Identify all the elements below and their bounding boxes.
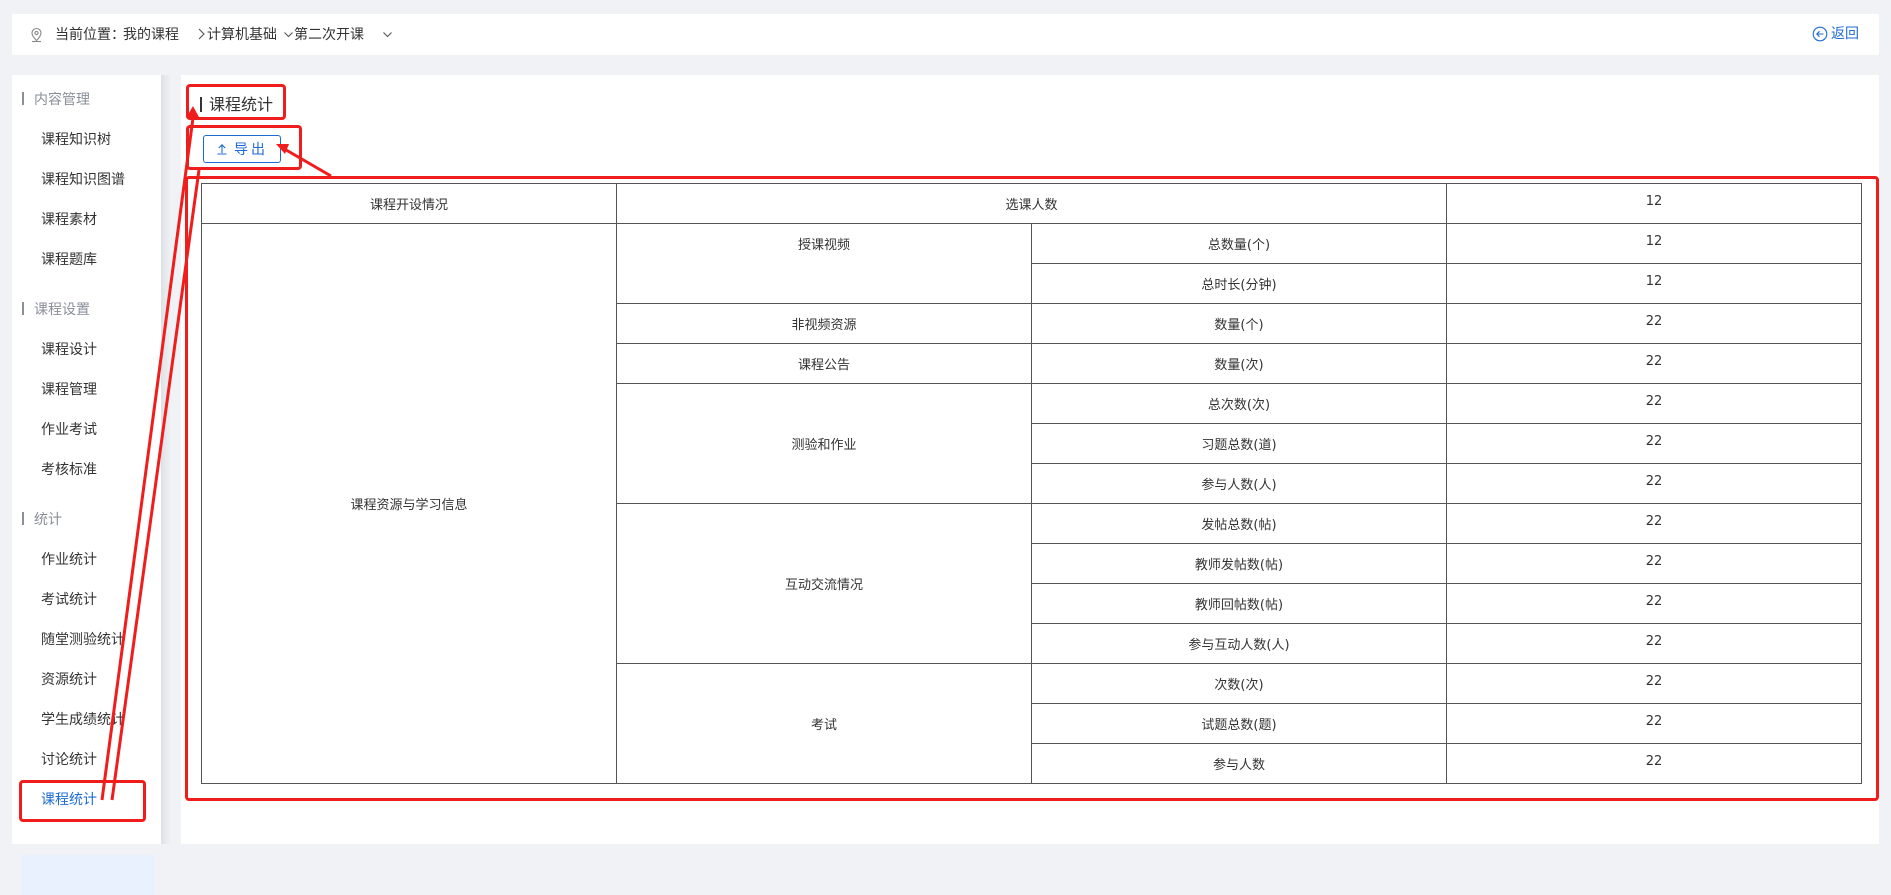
export-button[interactable]: 导出 — [203, 135, 281, 163]
sidebar-item-course-design[interactable]: 课程设计 — [41, 342, 97, 358]
table-cell: 总时长(分钟) — [1031, 263, 1447, 304]
sidebar-item-resource-stats[interactable]: 资源统计 — [41, 672, 97, 688]
table-cell: 数量(个) — [1031, 303, 1447, 344]
table-cell-value: 22 — [1446, 583, 1862, 624]
sidebar-item-discussion-stats[interactable]: 讨论统计 — [41, 752, 97, 768]
table-cell-value: 12 — [1446, 183, 1862, 224]
sidebar-item-knowledge-graph[interactable]: 课程知识图谱 — [41, 172, 125, 188]
table-cell-value: 22 — [1446, 463, 1862, 504]
back-label: 返回 — [1831, 26, 1859, 42]
table-cell: 参与互动人数(人) — [1031, 623, 1447, 664]
section-content-management: 内容管理 — [22, 92, 90, 108]
table-cell-value: 22 — [1446, 623, 1862, 664]
table-row: 课程资源与学习信息 授课视频 总数量(个) 12 — [201, 223, 1862, 784]
page-title: 课程统计 — [200, 96, 273, 114]
table-category-cell: 考试 — [616, 663, 1032, 784]
top-bar: 当前位置： 我的课程 计算机基础 第二次开课 返回 — [12, 14, 1879, 55]
table-category-cell: 互动交流情况 — [616, 503, 1032, 664]
table-category-cell: 非视频资源 — [616, 303, 1032, 344]
table-cell-value: 22 — [1446, 503, 1862, 544]
section-title: 课程设置 — [34, 302, 90, 318]
chevron-down-icon[interactable] — [382, 29, 393, 40]
table-cell-value: 22 — [1446, 703, 1862, 744]
sidebar-item-exam-stats[interactable]: 考试统计 — [41, 592, 97, 608]
location-label: 当前位置： — [55, 27, 125, 43]
table-cell-value: 12 — [1446, 263, 1862, 304]
table-cell: 习题总数(道) — [1031, 423, 1447, 464]
table-cell-value: 22 — [1446, 423, 1862, 464]
table-cell: 教师发帖数(帖) — [1031, 543, 1447, 584]
course-stats-table: 课程开设情况 选课人数 12 课程资源与学习信息 授课视频 总数量(个) 12 … — [201, 183, 1862, 784]
section-title: 统计 — [34, 512, 62, 528]
upload-icon — [217, 144, 227, 155]
sidebar-item-course-management[interactable]: 课程管理 — [41, 382, 97, 398]
table-cell: 课程开设情况 — [201, 183, 617, 224]
table-cell: 选课人数 — [616, 183, 1447, 224]
sidebar-item-question-bank[interactable]: 课程题库 — [41, 252, 97, 268]
export-label: 导出 — [234, 142, 268, 158]
location-pin-icon — [31, 27, 42, 43]
table-cell-value: 22 — [1446, 663, 1862, 704]
table-cell: 总数量(个) — [1031, 223, 1447, 264]
table-cell: 试题总数(题) — [1031, 703, 1447, 744]
sidebar-item-quiz-stats[interactable]: 随堂测验统计 — [41, 632, 125, 648]
chevron-down-icon[interactable] — [283, 29, 294, 40]
table-cell: 教师回帖数(帖) — [1031, 583, 1447, 624]
breadcrumb-course[interactable]: 计算机基础 — [207, 27, 277, 43]
breadcrumb-session[interactable]: 第二次开课 — [294, 27, 364, 43]
table-cell-value: 22 — [1446, 343, 1862, 384]
active-item-highlight — [21, 855, 154, 895]
sidebar-item-homework-exams[interactable]: 作业考试 — [41, 422, 97, 438]
section-title: 内容管理 — [34, 92, 90, 108]
sidebar-item-grade-stats[interactable]: 学生成绩统计 — [41, 712, 125, 728]
table-cell: 次数(次) — [1031, 663, 1447, 704]
table-cell: 总次数(次) — [1031, 383, 1447, 424]
table-cell-value: 22 — [1446, 743, 1862, 784]
sidebar-item-grading-standard[interactable]: 考核标准 — [41, 462, 97, 478]
table-cell-value: 22 — [1446, 543, 1862, 584]
page-title-text: 课程统计 — [209, 95, 274, 114]
breadcrumb-my-courses[interactable]: 我的课程 — [123, 27, 179, 43]
table-cell-value: 22 — [1446, 303, 1862, 344]
chevron-right-icon — [198, 28, 205, 40]
table-group-cell: 课程资源与学习信息 — [201, 223, 617, 784]
back-button[interactable]: 返回 — [1812, 26, 1859, 42]
table-category-cell: 课程公告 — [616, 343, 1032, 384]
table-cell: 参与人数(人) — [1031, 463, 1447, 504]
sidebar-item-course-stats[interactable]: 课程统计 — [41, 792, 97, 808]
sidebar-item-homework-stats[interactable]: 作业统计 — [41, 552, 97, 568]
table-cell-value: 12 — [1446, 223, 1862, 264]
sidebar-item-knowledge-tree[interactable]: 课程知识树 — [41, 132, 111, 148]
table-cell: 参与人数 — [1031, 743, 1447, 784]
section-statistics: 统计 — [22, 512, 62, 528]
table-row: 课程开设情况 选课人数 12 — [201, 183, 1862, 224]
sidebar-shadow — [161, 75, 171, 844]
sidebar: 内容管理 课程知识树 课程知识图谱 课程素材 课程题库 课程设置 课程设计 课程… — [12, 75, 161, 895]
sidebar-item-materials[interactable]: 课程素材 — [41, 212, 97, 228]
table-cell-value: 22 — [1446, 383, 1862, 424]
table-category-cell: 测验和作业 — [616, 383, 1032, 504]
back-arrow-icon — [1812, 26, 1828, 42]
table-cell: 数量(次) — [1031, 343, 1447, 384]
section-course-settings: 课程设置 — [22, 302, 90, 318]
table-category-cell: 授课视频 — [616, 223, 1032, 304]
table-cell: 发帖总数(帖) — [1031, 503, 1447, 544]
